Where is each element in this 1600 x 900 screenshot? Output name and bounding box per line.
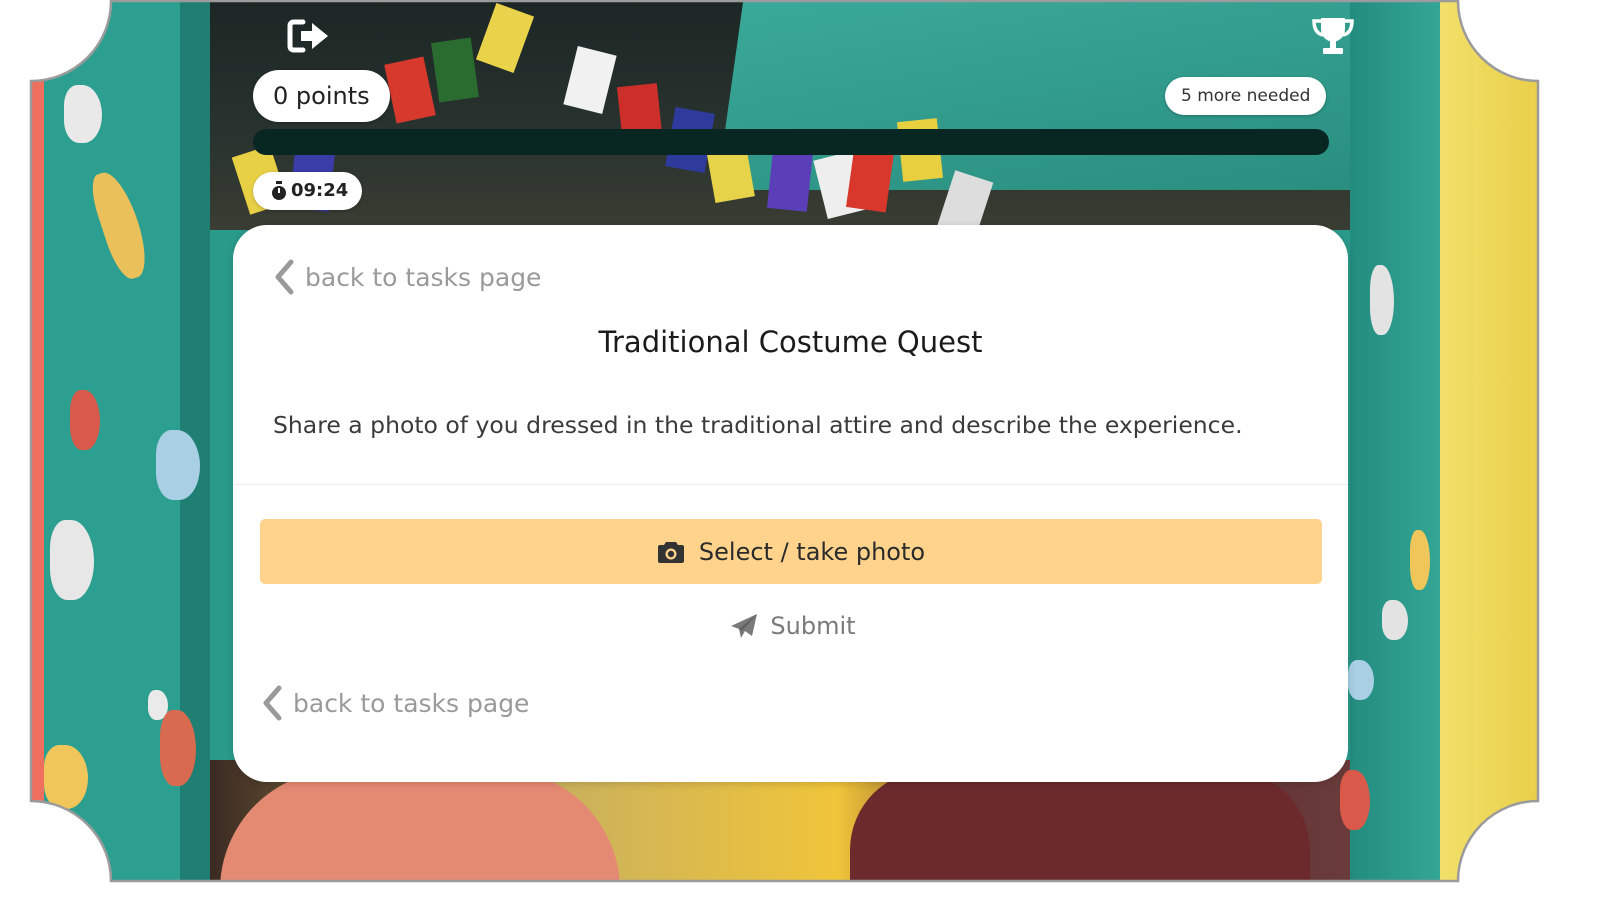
select-photo-label: Select / take photo: [698, 537, 926, 566]
right-pillar: [1350, 0, 1440, 882]
camera-icon: [657, 541, 684, 563]
trophy-icon: [1312, 18, 1354, 54]
timer-badge: 09:24: [253, 172, 363, 210]
points-badge: 0 points: [253, 70, 390, 122]
chevron-left-icon: [275, 259, 294, 295]
prayer-flag: [431, 37, 479, 103]
terrazzo-dot: [50, 520, 94, 600]
divider: [233, 484, 1348, 485]
prayer-flag: [766, 148, 814, 212]
terrazzo-dot: [70, 390, 100, 450]
terrazzo-dot: [156, 430, 200, 500]
terrazzo-dot: [160, 710, 196, 786]
person-left: [220, 770, 620, 882]
task-title: Traditional Costume Quest: [598, 325, 983, 359]
chevron-left-icon: [263, 685, 282, 721]
terrazzo-dot: [1410, 530, 1430, 590]
sign-out-icon: [287, 19, 328, 53]
trophy-button[interactable]: [1310, 14, 1356, 58]
exit-button[interactable]: [286, 16, 334, 56]
person-right: [850, 770, 1310, 882]
terrazzo-dot: [44, 745, 88, 809]
back-link-label: back to tasks page: [305, 262, 542, 292]
progress-bar: [253, 129, 1329, 155]
terrazzo-dot: [1382, 600, 1408, 640]
submit-button[interactable]: Submit: [713, 603, 873, 649]
back-to-tasks-link-top[interactable]: back to tasks page: [273, 259, 541, 295]
task-card: back to tasks page Traditional Costume Q…: [233, 225, 1348, 782]
stopwatch-icon: [272, 181, 286, 200]
terrazzo-dot: [64, 85, 102, 143]
task-description: Share a photo of you dressed in the trad…: [273, 411, 1243, 439]
terrazzo-dot: [1370, 265, 1394, 335]
select-photo-button[interactable]: Select / take photo: [260, 519, 1322, 584]
timer-value: 09:24: [291, 180, 349, 201]
points-needed-badge: 5 more needed: [1165, 77, 1327, 115]
submit-label: Submit: [770, 612, 856, 640]
terrazzo-dot: [1340, 770, 1370, 830]
paper-plane-icon: [731, 614, 758, 638]
yellow-wall: [1440, 0, 1538, 882]
back-link-label: back to tasks page: [293, 688, 530, 718]
back-to-tasks-link-bottom[interactable]: back to tasks page: [261, 685, 529, 721]
terrazzo-dot: [1348, 660, 1374, 700]
prayer-flag: [846, 147, 894, 213]
